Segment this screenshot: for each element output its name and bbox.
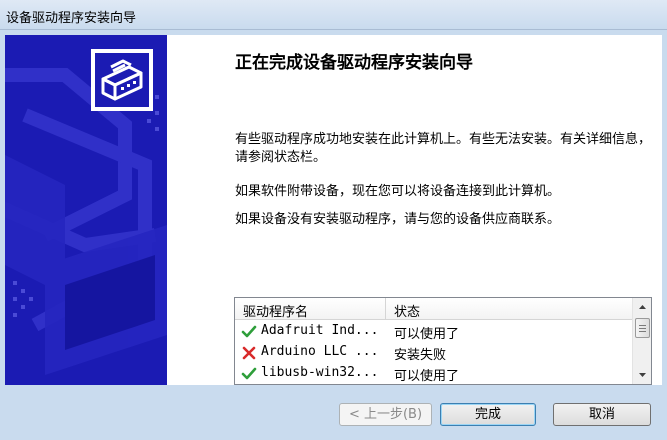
vertical-scrollbar[interactable] (632, 298, 651, 384)
column-header-status[interactable]: 状态 (394, 301, 420, 320)
finish-button[interactable]: 完成 (440, 403, 536, 426)
driver-status: 可以使用了 (394, 369, 460, 384)
back-button[interactable]: < 上一步(B) (339, 403, 432, 426)
scroll-down-arrow-icon[interactable] (634, 366, 651, 383)
result-description: 有些驱动程序成功地安装在此计算机上。有些无法安装。有关详细信息，请参阅状态栏。 (235, 132, 652, 165)
list-item[interactable]: Adafruit Ind... 可以使用了 (235, 321, 632, 342)
page-title: 正在完成设备驱动程序安装向导 (235, 53, 473, 73)
driver-name: Arduino LLC ... (261, 344, 379, 359)
list-item[interactable]: libusb-win32... 可以使用了 (235, 363, 632, 384)
cancel-button[interactable]: 取消 (553, 403, 651, 426)
list-item[interactable]: Arduino LLC ... 安装失败 (235, 342, 632, 363)
scrollbar-thumb[interactable] (635, 318, 650, 338)
driver-name: libusb-win32... (261, 365, 379, 380)
wizard-banner (5, 35, 167, 385)
driver-status: 安装失败 (394, 348, 447, 363)
check-icon (241, 325, 257, 338)
scroll-up-arrow-icon[interactable] (634, 299, 651, 316)
column-header-driver-name[interactable]: 驱动程序名 (243, 301, 308, 320)
list-header: 驱动程序名 状态 (235, 298, 632, 320)
wizard-content: 正在完成设备驱动程序安装向导 有些驱动程序成功地安装在此计算机上。有些无法安装。… (167, 35, 662, 385)
x-icon (242, 346, 256, 360)
title-bar: 设备驱动程序安装向导 (0, 0, 667, 30)
column-divider[interactable] (385, 298, 386, 320)
device-installer-icon (91, 49, 153, 111)
connect-device-hint: 如果软件附带设备，现在您可以将设备连接到此计算机。 (235, 184, 561, 199)
driver-status: 可以使用了 (394, 327, 460, 342)
driver-status-list[interactable]: 驱动程序名 状态 Adafruit Ind... 可以使用了 Arduino L… (234, 297, 652, 385)
driver-name: Adafruit Ind... (261, 323, 379, 338)
check-icon (241, 367, 257, 380)
window-title: 设备驱动程序安装向导 (6, 11, 137, 26)
vendor-contact-hint: 如果设备没有安装驱动程序，请与您的设备供应商联系。 (235, 212, 561, 227)
